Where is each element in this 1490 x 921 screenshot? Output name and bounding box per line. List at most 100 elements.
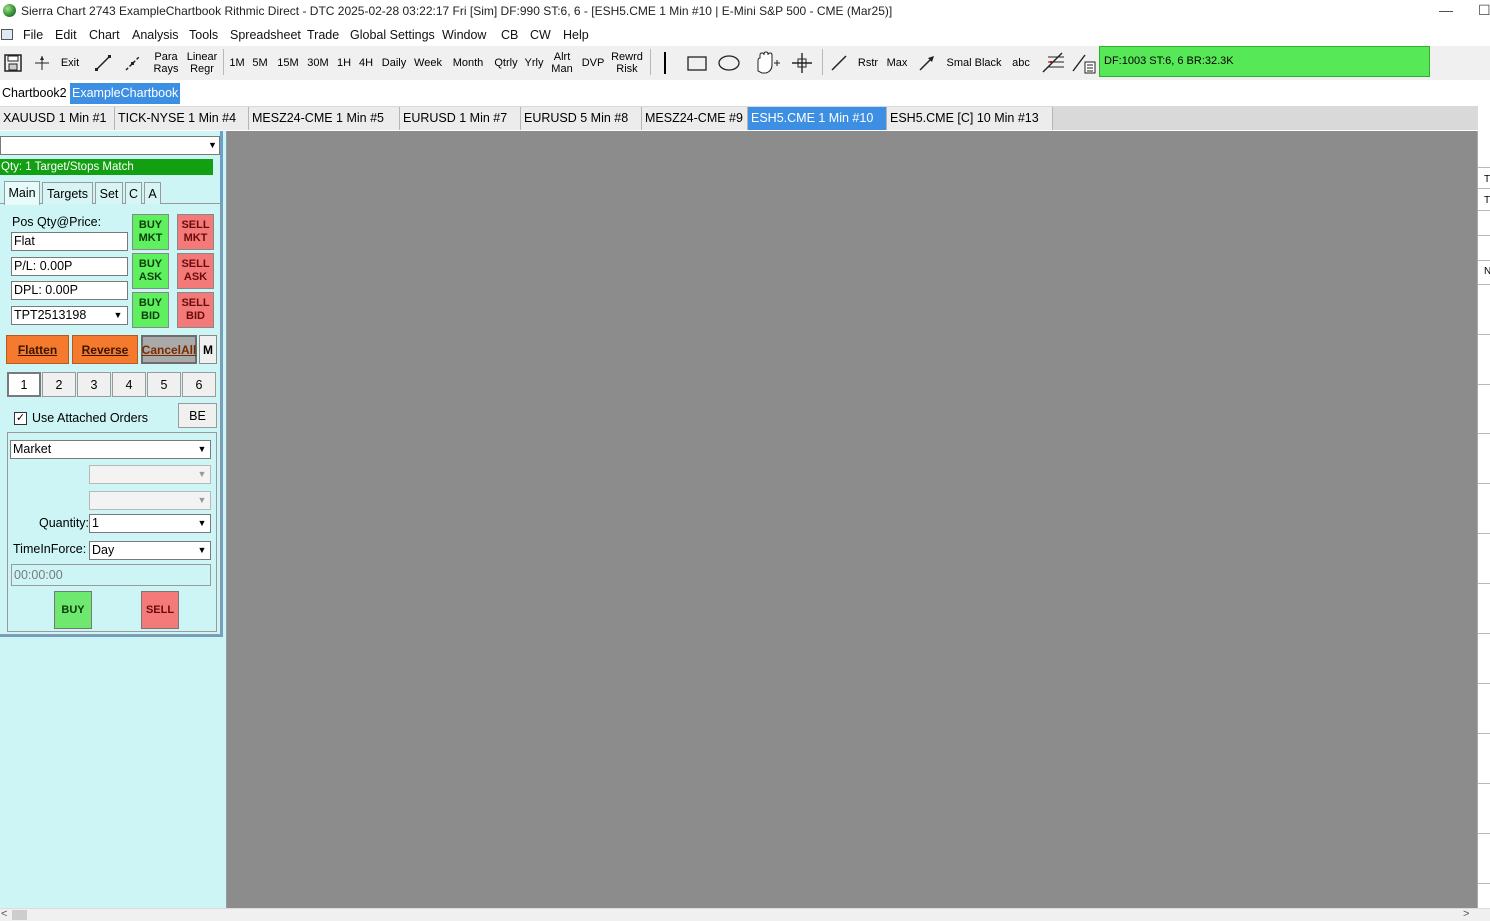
- menu-edit[interactable]: Edit: [55, 28, 77, 42]
- chartbook-tab-chartbook2[interactable]: Chartbook2: [0, 83, 69, 104]
- menu-global-settings[interactable]: Global Settings: [350, 28, 435, 42]
- sell-order-button[interactable]: SELL: [141, 591, 179, 629]
- menu-cw[interactable]: CW: [530, 28, 551, 42]
- line-tool-icon[interactable]: [90, 47, 116, 79]
- tab-c[interactable]: C: [125, 182, 142, 204]
- horizontal-scrollbar[interactable]: [0, 908, 1490, 921]
- quantity-preset-4[interactable]: 4: [112, 372, 146, 397]
- scroll-right-arrow[interactable]: >: [1463, 908, 1469, 920]
- menu-trade[interactable]: Trade: [307, 28, 339, 42]
- exit-button[interactable]: Exit: [58, 47, 82, 79]
- ellipse-tool-icon[interactable]: [716, 47, 742, 79]
- timeframe-yrly-button[interactable]: Yrly: [523, 47, 545, 79]
- menu-cb[interactable]: CB: [501, 28, 518, 42]
- chevron-down-icon[interactable]: ▼: [206, 137, 219, 154]
- timeframe-daily-button[interactable]: Daily: [379, 47, 409, 79]
- timeframe-4h-button[interactable]: 4H: [356, 47, 376, 79]
- timeframe-30m-button[interactable]: 30M: [304, 47, 332, 79]
- sell-ask-button[interactable]: SELL ASK: [177, 253, 214, 289]
- m-button[interactable]: M: [199, 335, 217, 364]
- timeframe-1h-button[interactable]: 1H: [335, 47, 353, 79]
- timeframe-1m-button[interactable]: 1M: [227, 47, 247, 79]
- menu-help[interactable]: Help: [563, 28, 589, 42]
- chartbook-tab-examplechartbook[interactable]: ExampleChartbook: [70, 83, 181, 104]
- timeframe-15m-button[interactable]: 15M: [274, 47, 302, 79]
- buy-market-button[interactable]: BUY MKT: [132, 214, 169, 250]
- para-rays-button[interactable]: Para Rays: [150, 47, 182, 79]
- cancel-all-button[interactable]: CancelAll: [141, 335, 197, 364]
- menu-window[interactable]: Window: [442, 28, 486, 42]
- quantity-preset-1[interactable]: 1: [7, 372, 41, 397]
- arrow-tool-icon[interactable]: [914, 47, 940, 79]
- reverse-button[interactable]: Reverse: [72, 335, 138, 364]
- timeframe-week-button[interactable]: Week: [412, 47, 444, 79]
- tab-a[interactable]: A: [144, 182, 161, 204]
- use-attached-orders-checkbox[interactable]: ✓: [14, 412, 27, 425]
- chart-tab-esh5-1min[interactable]: ESH5.CME 1 Min #10: [748, 107, 887, 130]
- chart-tab-eurusd-1min[interactable]: EURUSD 1 Min #7: [400, 107, 521, 130]
- buy-ask-button[interactable]: BUY ASK: [132, 253, 169, 289]
- scrollbar-thumb[interactable]: [12, 910, 27, 920]
- maximize-button[interactable]: ☐: [1478, 2, 1490, 18]
- minimize-button[interactable]: —: [1438, 2, 1454, 18]
- tab-set[interactable]: Set: [95, 182, 123, 204]
- alert-manager-button[interactable]: Alrt Man: [548, 47, 576, 79]
- chevron-down-icon[interactable]: ▼: [195, 441, 209, 458]
- quantity-preset-5[interactable]: 5: [147, 372, 181, 397]
- dvp-button[interactable]: DVP: [580, 47, 606, 79]
- buy-order-button[interactable]: BUY: [54, 591, 92, 629]
- quantity-preset-3[interactable]: 3: [77, 372, 111, 397]
- quantity-input[interactable]: 1: [89, 514, 211, 533]
- small-black-button[interactable]: Smal Black: [945, 47, 1003, 79]
- menu-tools[interactable]: Tools: [189, 28, 218, 42]
- maximize-chart-button[interactable]: Max: [884, 47, 910, 79]
- chart-tab-xauusd[interactable]: XAUUSD 1 Min #1: [0, 107, 115, 130]
- chart-area[interactable]: [227, 131, 1477, 908]
- time-in-force-select[interactable]: Day: [89, 541, 211, 560]
- text-tool-button[interactable]: abc: [1007, 47, 1035, 79]
- linear-regr-line1: Linear: [186, 51, 218, 63]
- tab-main[interactable]: Main: [4, 181, 40, 205]
- chevron-down-icon[interactable]: ▼: [111, 307, 125, 324]
- quantity-preset-6[interactable]: 6: [182, 372, 216, 397]
- menu-chart[interactable]: Chart: [89, 28, 120, 42]
- rectangle-tool-icon[interactable]: [684, 47, 710, 79]
- breakeven-button[interactable]: BE: [178, 403, 217, 428]
- menu-spreadsheet[interactable]: Spreadsheet: [230, 28, 301, 42]
- sell-market-button[interactable]: SELL MKT: [177, 214, 214, 250]
- crosshair-pointer-icon[interactable]: [29, 47, 55, 79]
- chart-tab-mesz24-9[interactable]: MESZ24-CME #9: [642, 107, 748, 130]
- chart-tab-esh5-10min[interactable]: ESH5.CME [C] 10 Min #13: [887, 107, 1053, 130]
- order-type-select[interactable]: Market: [10, 440, 211, 459]
- flatten-button[interactable]: Flatten: [6, 335, 69, 364]
- chevron-down-icon[interactable]: ▼: [195, 542, 209, 559]
- tab-targets[interactable]: Targets: [42, 182, 93, 204]
- restore-button[interactable]: Rstr: [855, 47, 881, 79]
- scroll-left-arrow[interactable]: <: [1, 908, 7, 920]
- timeframe-5m-button[interactable]: 5M: [250, 47, 270, 79]
- crosshair-tool-icon[interactable]: [788, 47, 816, 79]
- document-menu-icon[interactable]: [1, 29, 13, 40]
- toolbar-separator: [822, 49, 823, 75]
- chart-tab-tick-nyse[interactable]: TICK-NYSE 1 Min #4: [115, 107, 249, 130]
- timeframe-month-button[interactable]: Month: [449, 47, 487, 79]
- quantity-preset-2[interactable]: 2: [42, 372, 76, 397]
- menu-file[interactable]: File: [23, 28, 43, 42]
- ray-tool-icon[interactable]: [120, 47, 146, 79]
- chart-tab-eurusd-5min[interactable]: EURUSD 5 Min #8: [521, 107, 642, 130]
- sell-bid-button[interactable]: SELL BID: [177, 292, 214, 328]
- buy-bid-button[interactable]: BUY BID: [132, 292, 169, 328]
- chart-tab-mesz24-1min[interactable]: MESZ24-CME 1 Min #5: [249, 107, 400, 130]
- reward-risk-button[interactable]: Rewrd Risk: [608, 47, 646, 79]
- menu-analysis[interactable]: Analysis: [132, 28, 179, 42]
- fibonacci-tool-icon[interactable]: [1038, 47, 1068, 79]
- chevron-down-icon[interactable]: ▼: [195, 515, 209, 532]
- calculator-tool-icon[interactable]: [1070, 47, 1098, 79]
- trendline-tool-icon[interactable]: [826, 47, 852, 79]
- timeframe-qtrly-button[interactable]: Qtrly: [492, 47, 520, 79]
- vertical-line-tool-icon[interactable]: [655, 47, 675, 79]
- symbol-combo[interactable]: [0, 136, 220, 155]
- hand-pan-icon[interactable]: [750, 47, 784, 79]
- save-icon[interactable]: [1, 47, 25, 79]
- linear-regr-button[interactable]: Linear Regr: [184, 47, 220, 79]
